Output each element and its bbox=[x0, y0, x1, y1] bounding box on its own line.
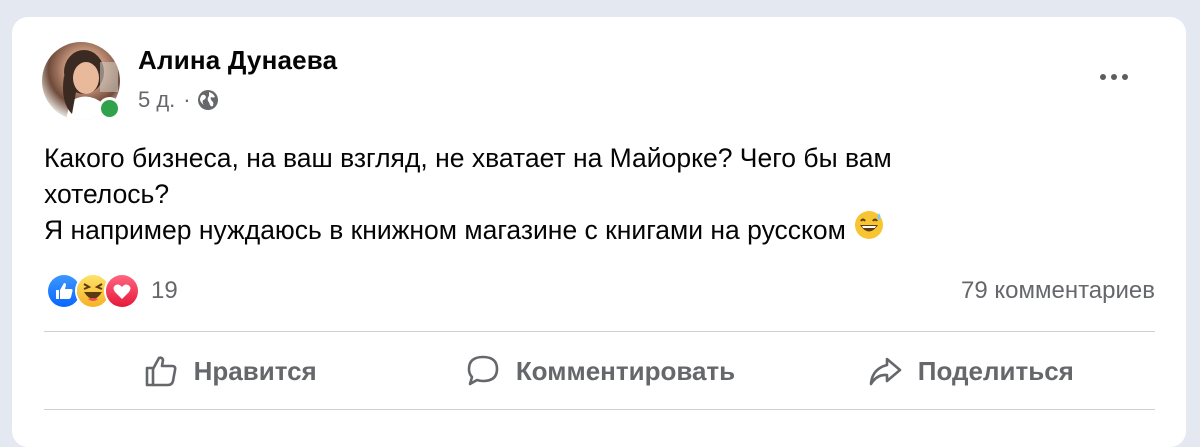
post-meta: 5 д. · bbox=[138, 87, 219, 113]
divider bbox=[44, 331, 1155, 332]
reaction-count: 19 bbox=[151, 277, 178, 304]
post-card: Алина Дунаева 5 д. · Какого бизнеса, на … bbox=[12, 17, 1186, 447]
post-text: Какого бизнеса, на ваш взгляд, не хватае… bbox=[44, 140, 1164, 252]
love-reaction-icon bbox=[104, 273, 140, 309]
share-button-label: Поделиться bbox=[917, 355, 1074, 386]
post-time[interactable]: 5 д. bbox=[138, 87, 175, 113]
post-actions-bar: Нравится Комментировать Поделиться bbox=[44, 335, 1155, 407]
more-dot-icon bbox=[1111, 74, 1117, 80]
post-text-line: хотелось? bbox=[44, 179, 170, 209]
more-dot-icon bbox=[1122, 74, 1128, 80]
post-text-line-text: Я например нуждаюсь в книжном магазине с… bbox=[44, 215, 846, 245]
comments-count-link[interactable]: 79 комментариев bbox=[961, 277, 1155, 305]
divider bbox=[44, 409, 1155, 410]
reactions-summary[interactable]: 19 bbox=[46, 273, 178, 309]
post-text-line: Я например нуждаюсь в книжном магазине с… bbox=[44, 210, 1164, 252]
share-arrow-icon bbox=[866, 352, 904, 390]
post-text-line: Какого бизнеса, на ваш взгляд, не хватае… bbox=[44, 143, 892, 173]
globe-icon[interactable] bbox=[197, 89, 219, 111]
comment-button[interactable]: Комментировать bbox=[414, 335, 784, 407]
more-options-button[interactable] bbox=[1094, 61, 1134, 93]
thumbs-up-icon bbox=[142, 352, 180, 390]
like-button[interactable]: Нравится bbox=[44, 335, 414, 407]
comment-bubble-icon bbox=[464, 352, 502, 390]
comment-button-label: Комментировать bbox=[515, 355, 736, 386]
meta-separator: · bbox=[183, 87, 191, 112]
like-button-label: Нравится bbox=[193, 355, 317, 386]
share-button[interactable]: Поделиться bbox=[785, 335, 1155, 407]
online-status-dot bbox=[98, 97, 121, 120]
grinning-sweat-emoji-icon bbox=[854, 210, 884, 249]
author-name[interactable]: Алина Дунаева bbox=[138, 45, 337, 76]
more-dot-icon bbox=[1100, 74, 1106, 80]
